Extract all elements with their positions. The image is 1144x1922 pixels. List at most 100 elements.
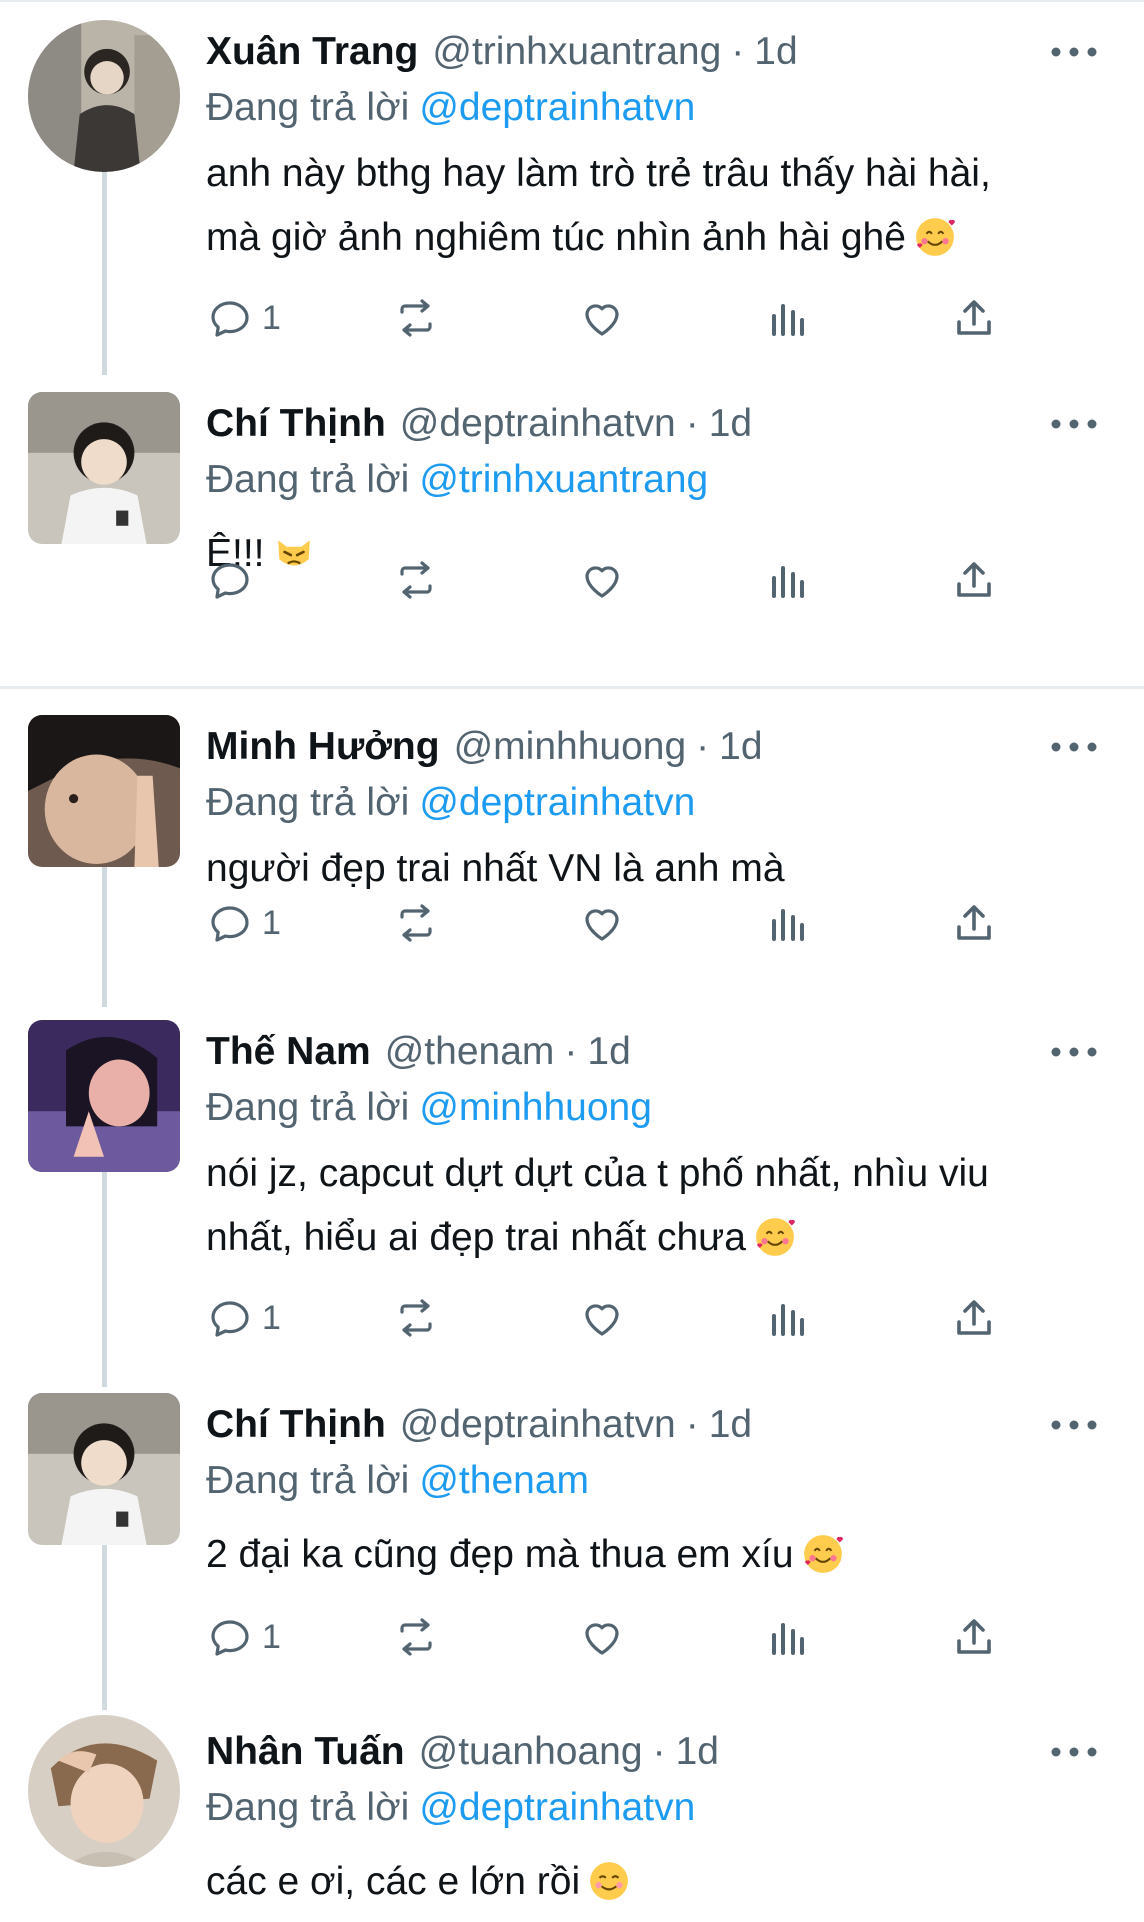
replying-to: Đang trả lời @deptrainhatvn <box>206 82 1104 134</box>
user-handle[interactable]: @minhhuong <box>454 725 687 769</box>
analytics-button[interactable] <box>764 290 812 346</box>
avatar-photo <box>28 1020 180 1172</box>
separator-dot: · <box>564 1030 578 1073</box>
reply-icon <box>211 1620 249 1656</box>
replying-to: Đang trả lời @thenam <box>206 1455 1104 1507</box>
reply-button[interactable] <box>206 552 254 608</box>
tweet[interactable]: Xuân Trang @trinhxuantrang · 1d Đang trả… <box>0 0 1144 375</box>
share-button[interactable] <box>950 1290 998 1346</box>
more-options-icon[interactable] <box>1044 1742 1104 1762</box>
display-name[interactable]: Minh Hưởng <box>206 725 440 769</box>
mention-link[interactable]: @trinhxuantrang <box>419 458 708 501</box>
mention-link[interactable]: @deptrainhatvn <box>419 781 695 824</box>
tweet[interactable]: Minh Hưởng @minhhuong · 1d Đang trả lời @… <box>0 695 1144 1007</box>
replying-to-label: Đang trả lời <box>206 1459 410 1502</box>
thread-line <box>102 857 107 1007</box>
display-name[interactable]: Chí Thịnh <box>206 1403 386 1447</box>
heart-icon <box>585 909 619 941</box>
more-options-icon[interactable] <box>1044 414 1104 434</box>
share-button[interactable] <box>950 290 998 346</box>
analytics-icon <box>772 304 804 336</box>
tweet[interactable]: Chí Thịnh @deptrainhatvn · 1d Đang trả l… <box>0 372 1144 682</box>
mention-link[interactable]: @thenam <box>419 1459 589 1502</box>
share-button[interactable] <box>950 552 998 608</box>
tweet-text-line: mà giờ ảnh nghiêm túc nhìn ảnh hài ghê <box>206 216 906 259</box>
reply-button[interactable]: 1 <box>206 290 281 346</box>
analytics-button[interactable] <box>764 1609 812 1665</box>
share-icon <box>957 1300 991 1335</box>
retweet-button[interactable] <box>392 290 440 346</box>
reply-icon <box>211 563 249 599</box>
reply-button[interactable]: 1 <box>206 1609 281 1665</box>
heart-icon <box>585 566 619 598</box>
display-name[interactable]: Chí Thịnh <box>206 402 386 446</box>
tweet[interactable]: Thế Nam @thenam · 1d Đang trả lời @minhhu… <box>0 1000 1144 1387</box>
like-button[interactable] <box>578 552 626 608</box>
timestamp[interactable]: 1d <box>587 1030 630 1074</box>
display-name[interactable]: Xuân Trang <box>206 30 418 74</box>
share-icon <box>957 905 991 940</box>
like-button[interactable] <box>578 895 626 951</box>
retweet-button[interactable] <box>392 1290 440 1346</box>
like-button[interactable] <box>578 1609 626 1665</box>
analytics-icon <box>772 566 804 598</box>
avatar[interactable] <box>28 1393 180 1545</box>
analytics-icon <box>772 1623 804 1655</box>
avatar[interactable] <box>28 392 180 544</box>
more-options-icon[interactable] <box>1044 42 1104 62</box>
more-options-icon[interactable] <box>1044 1415 1104 1435</box>
reply-count: 1 <box>262 298 281 337</box>
reply-count: 1 <box>262 903 281 942</box>
analytics-button[interactable] <box>764 1290 812 1346</box>
replying-to: Đang trả lời @deptrainhatvn <box>206 777 1104 829</box>
avatar[interactable] <box>28 1715 180 1867</box>
reply-count: 1 <box>262 1298 281 1337</box>
retweet-button[interactable] <box>392 895 440 951</box>
share-button[interactable] <box>950 895 998 951</box>
action-bar: 1 <box>206 1290 1006 1346</box>
timestamp[interactable]: 1d <box>719 725 762 769</box>
smiling-face-emoji <box>588 1858 630 1900</box>
smiling-face-with-hearts-emoji <box>754 1214 796 1256</box>
avatar[interactable] <box>28 20 180 172</box>
like-button[interactable] <box>578 1290 626 1346</box>
action-bar: 1 <box>206 290 1006 346</box>
more-options-icon[interactable] <box>1044 737 1104 757</box>
display-name[interactable]: Nhân Tuấn <box>206 1730 405 1774</box>
reply-button[interactable]: 1 <box>206 895 281 951</box>
tweet-text-line: 2 đại ka cũng đẹp mà thua em xíu <box>206 1533 794 1576</box>
analytics-button[interactable] <box>764 552 812 608</box>
separator-dot: · <box>696 725 710 768</box>
user-handle[interactable]: @trinhxuantrang <box>432 30 721 74</box>
mention-link[interactable]: @deptrainhatvn <box>419 86 695 129</box>
like-button[interactable] <box>578 290 626 346</box>
avatar[interactable] <box>28 1020 180 1172</box>
timestamp[interactable]: 1d <box>709 1403 752 1447</box>
action-bar <box>206 552 1006 608</box>
avatar[interactable] <box>28 715 180 867</box>
mention-link[interactable]: @minhhuong <box>419 1086 652 1129</box>
conversation-divider <box>0 686 1144 689</box>
timestamp[interactable]: 1d <box>676 1730 719 1774</box>
retweet-button[interactable] <box>392 552 440 608</box>
display-name[interactable]: Thế Nam <box>206 1030 371 1074</box>
replying-to-label: Đang trả lời <box>206 86 410 129</box>
mention-link[interactable]: @deptrainhatvn <box>419 1786 695 1829</box>
timestamp[interactable]: 1d <box>709 402 752 446</box>
user-handle[interactable]: @tuanhoang <box>419 1730 643 1774</box>
retweet-button[interactable] <box>392 1609 440 1665</box>
tweet-text: các e ơi, các e lớn rồi <box>206 1850 1104 1914</box>
reply-button[interactable]: 1 <box>206 1290 281 1346</box>
timestamp[interactable]: 1d <box>754 30 797 74</box>
user-handle[interactable]: @deptrainhatvn <box>400 1403 676 1447</box>
more-options-icon[interactable] <box>1044 1042 1104 1062</box>
avatar-photo <box>28 1715 180 1867</box>
share-icon <box>957 1619 991 1654</box>
user-handle[interactable]: @deptrainhatvn <box>400 402 676 446</box>
user-handle[interactable]: @thenam <box>385 1030 555 1074</box>
tweet[interactable]: Chí Thịnh @deptrainhatvn · 1d Đang trả l… <box>0 1373 1144 1710</box>
tweet[interactable]: Nhân Tuấn @tuanhoang · 1d Đang trả lời @d… <box>0 1700 1144 1920</box>
share-button[interactable] <box>950 1609 998 1665</box>
tweet-text-line: người đẹp trai nhất VN là anh mà <box>206 847 785 890</box>
analytics-button[interactable] <box>764 895 812 951</box>
